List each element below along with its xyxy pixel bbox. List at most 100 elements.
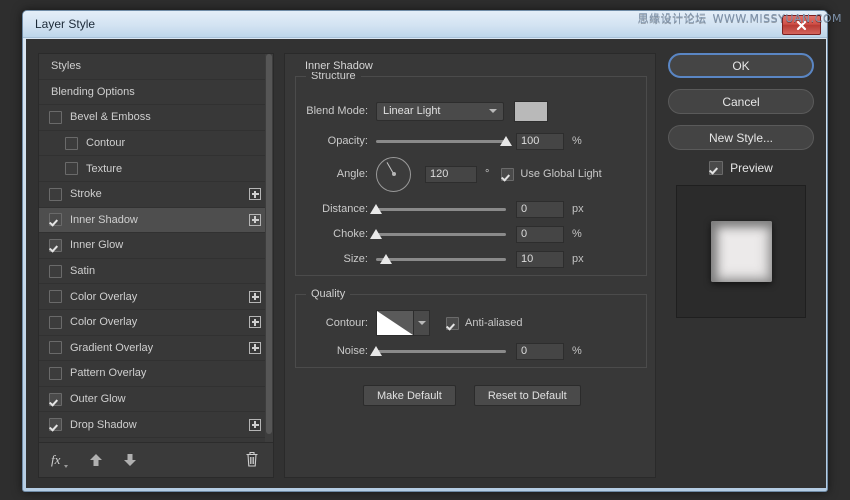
structure-fieldset: Structure Blend Mode: Linear Light Opaci… [295, 76, 647, 276]
blend-mode-value: Linear Light [383, 105, 441, 117]
preview-shape [711, 221, 772, 282]
style-row-label: Inner Shadow [70, 214, 138, 226]
style-enable-checkbox[interactable] [49, 111, 62, 124]
move-effect-down-button[interactable] [123, 453, 137, 467]
style-row-label: Drop Shadow [70, 419, 137, 431]
contour-curve-graphic [377, 311, 413, 335]
scrollbar-thumb[interactable] [266, 54, 272, 434]
preview-checkbox[interactable]: Preview [668, 161, 814, 175]
anti-aliased-checkbox[interactable]: Anti-aliased [446, 317, 522, 330]
noise-slider[interactable] [376, 344, 506, 358]
noise-slider-knob[interactable] [370, 346, 382, 356]
opacity-slider[interactable] [376, 134, 506, 148]
style-row-satin[interactable]: Satin [39, 259, 273, 285]
distance-row: Distance: 0 px [296, 199, 584, 219]
add-effect-instance-button[interactable] [249, 214, 261, 226]
settings-panel: Inner Shadow Structure Blend Mode: Linea… [284, 53, 656, 478]
noise-row: Noise: 0 % [296, 341, 582, 361]
style-row-stroke[interactable]: Stroke [39, 182, 273, 208]
styles-panel: StylesBlending Options Bevel & Emboss Cont… [38, 53, 274, 478]
distance-slider-knob[interactable] [370, 204, 382, 214]
style-row-label: Pattern Overlay [70, 367, 146, 379]
style-row-contour[interactable]: Contour [39, 131, 273, 157]
size-input[interactable]: 10 [516, 251, 564, 268]
style-enable-checkbox[interactable] [49, 265, 62, 278]
style-row-pattern-overlay[interactable]: Pattern Overlay [39, 361, 273, 387]
contour-row: Contour: Anti-aliased [296, 309, 522, 337]
opacity-input[interactable]: 100 [516, 133, 564, 150]
size-row: Size: 10 px [296, 249, 584, 269]
move-effect-up-button[interactable] [89, 453, 103, 467]
ok-button[interactable]: OK [668, 53, 814, 78]
choke-input[interactable]: 0 [516, 226, 564, 243]
dialog-body: StylesBlending Options Bevel & Emboss Cont… [26, 39, 826, 488]
preview-label: Preview [730, 161, 773, 175]
style-enable-checkbox[interactable] [49, 316, 62, 329]
size-slider-knob[interactable] [380, 254, 392, 264]
blend-mode-select[interactable]: Linear Light [376, 102, 504, 121]
style-enable-checkbox[interactable] [49, 239, 62, 252]
style-row-label: Outer Glow [70, 393, 126, 405]
add-effect-instance-button[interactable] [249, 291, 261, 303]
styles-list-scrollbar[interactable] [265, 54, 273, 442]
style-row-inner-shadow[interactable]: Inner Shadow [39, 208, 273, 234]
size-unit: px [572, 253, 584, 265]
fx-menu-button[interactable]: fx [51, 452, 69, 468]
style-enable-checkbox[interactable] [49, 290, 62, 303]
choke-slider[interactable] [376, 227, 506, 241]
style-enable-checkbox[interactable] [49, 393, 62, 406]
style-row-outer-glow[interactable]: Outer Glow [39, 387, 273, 413]
size-slider-track [376, 258, 506, 261]
noise-input[interactable]: 0 [516, 343, 564, 360]
style-row-styles[interactable]: Styles [39, 54, 273, 80]
window-title: Layer Style [35, 17, 95, 31]
reset-to-default-button[interactable]: Reset to Default [474, 385, 581, 406]
choke-slider-knob[interactable] [370, 229, 382, 239]
angle-dial[interactable] [376, 157, 411, 192]
style-row-inner-glow[interactable]: Inner Glow [39, 233, 273, 259]
style-row-bevel-emboss[interactable]: Bevel & Emboss [39, 105, 273, 131]
dialog-actions-panel: OK Cancel New Style... Preview [668, 53, 814, 318]
opacity-unit: % [572, 135, 582, 147]
style-row-texture[interactable]: Texture [39, 156, 273, 182]
add-effect-instance-button[interactable] [249, 316, 261, 328]
add-effect-instance-button[interactable] [249, 342, 261, 354]
effect-section-title: Inner Shadow [301, 60, 377, 72]
quality-fieldset: Quality Contour: Anti-aliased Nois [295, 294, 647, 368]
opacity-label: Opacity: [296, 135, 376, 147]
delete-effect-button[interactable] [245, 451, 259, 470]
style-row-color-overlay[interactable]: Color Overlay [39, 310, 273, 336]
size-slider[interactable] [376, 252, 506, 266]
distance-unit: px [572, 203, 584, 215]
anti-aliased-check-icon [446, 317, 459, 330]
style-row-label: Bevel & Emboss [70, 111, 151, 123]
contour-preset-preview[interactable] [376, 310, 414, 336]
style-row-blending-options[interactable]: Blending Options [39, 80, 273, 106]
style-row-color-overlay[interactable]: Color Overlay [39, 284, 273, 310]
styles-list[interactable]: StylesBlending Options Bevel & Emboss Cont… [39, 54, 273, 443]
add-effect-instance-button[interactable] [249, 188, 261, 200]
new-style-button[interactable]: New Style... [668, 125, 814, 150]
style-enable-checkbox[interactable] [49, 188, 62, 201]
add-effect-instance-button[interactable] [249, 419, 261, 431]
style-enable-checkbox[interactable] [49, 367, 62, 380]
style-enable-checkbox[interactable] [49, 418, 62, 431]
use-global-light-checkbox[interactable]: Use Global Light [501, 168, 601, 181]
distance-input[interactable]: 0 [516, 201, 564, 218]
arrow-down-icon [123, 453, 137, 467]
opacity-slider-track [376, 140, 506, 143]
distance-slider[interactable] [376, 202, 506, 216]
style-row-drop-shadow[interactable]: Drop Shadow [39, 412, 273, 438]
blend-mode-label: Blend Mode: [296, 105, 376, 117]
style-row-gradient-overlay[interactable]: Gradient Overlay [39, 336, 273, 362]
cancel-button[interactable]: Cancel [668, 89, 814, 114]
angle-input[interactable]: 120 [425, 166, 477, 183]
style-enable-checkbox[interactable] [49, 341, 62, 354]
style-enable-checkbox[interactable] [65, 137, 78, 150]
opacity-slider-knob[interactable] [500, 136, 512, 146]
style-enable-checkbox[interactable] [65, 162, 78, 175]
contour-dropdown-button[interactable] [414, 310, 430, 336]
shadow-color-swatch[interactable] [514, 101, 548, 122]
style-enable-checkbox[interactable] [49, 213, 62, 226]
make-default-button[interactable]: Make Default [363, 385, 456, 406]
